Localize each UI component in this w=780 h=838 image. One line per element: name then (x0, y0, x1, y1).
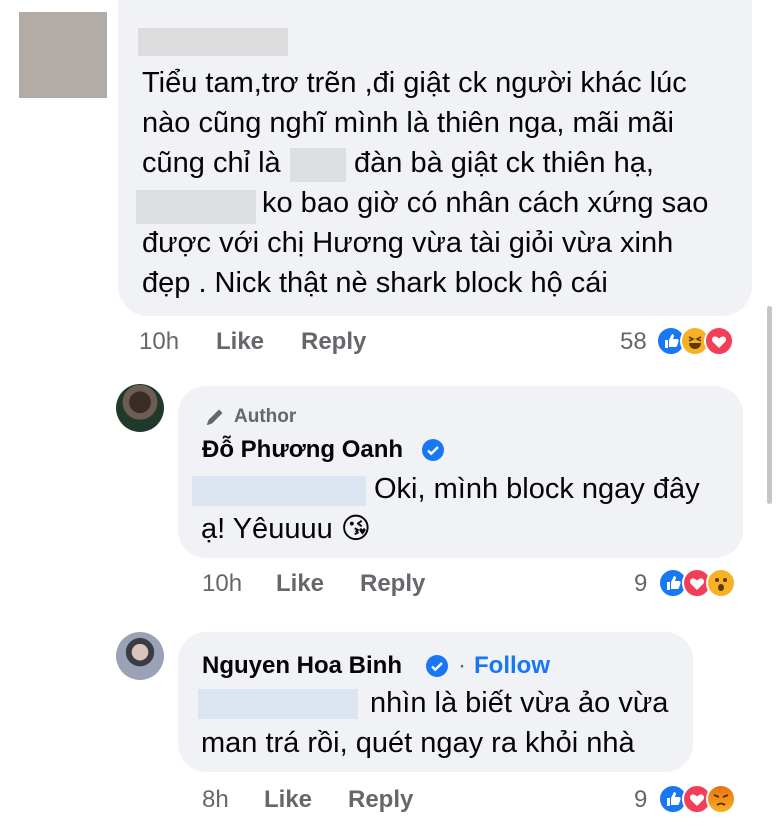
love-reaction-icon (704, 326, 734, 356)
avatar[interactable] (116, 384, 164, 432)
like-button[interactable]: Like (216, 328, 264, 356)
redacted-mention (192, 476, 366, 506)
reply-text-line: man trá rồi, quét ngay ra khỏi nhà (201, 727, 635, 759)
commenter-name[interactable]: Đỗ Phương Oanh (202, 436, 403, 464)
pencil-glyph (207, 409, 223, 425)
reply-button[interactable]: Reply (301, 328, 366, 356)
surprised-face-glyph (715, 578, 727, 591)
reply-timestamp: 8h (202, 786, 229, 813)
commenter-name[interactable]: Nguyen Hoa Binh (202, 652, 402, 680)
comment-text-line: cũng chỉ là (142, 147, 281, 179)
redacted-mention (198, 689, 358, 719)
reaction-count[interactable]: 9 (634, 786, 647, 814)
comment-timestamp: 10h (139, 328, 180, 355)
dot-separator: · (458, 652, 466, 679)
like-button[interactable]: Like (264, 786, 312, 814)
reaction-count[interactable]: 9 (634, 570, 647, 598)
author-badge-label: Author (234, 406, 297, 427)
verified-check-glyph (426, 655, 448, 677)
reply-text-line: ạ! Yêuuuu 😘 (201, 513, 371, 545)
follow-button[interactable]: Follow (474, 652, 550, 680)
comment-text-line: được với chị Hương vừa tài giỏi vừa xinh (142, 227, 674, 259)
reaction-summary[interactable] (656, 326, 756, 358)
angry-reaction-icon (706, 784, 736, 814)
comment-text-line: đẹp . Nick thật nè shark block hộ cái (142, 267, 608, 299)
heart-glyph (711, 336, 727, 348)
redacted-text (136, 190, 256, 224)
reply-button[interactable]: Reply (360, 570, 425, 598)
wow-reaction-icon (706, 568, 736, 598)
comment-text-line: Tiểu tam,trơ trẽn ,đi giật ck người khác… (142, 67, 687, 99)
comment-text-line: đàn bà giật ck thiên hạ, (354, 147, 654, 179)
avatar-redacted[interactable] (19, 12, 107, 98)
angry-face-glyph (713, 794, 729, 806)
verified-badge-icon (425, 654, 449, 678)
verified-badge-icon (421, 438, 445, 462)
reply-button[interactable]: Reply (348, 786, 413, 814)
reply-timestamp: 10h (202, 570, 243, 597)
avatar[interactable] (116, 632, 164, 680)
scrollbar-thumb[interactable] (767, 306, 772, 504)
reaction-summary[interactable] (658, 568, 758, 600)
reaction-count[interactable]: 58 (620, 328, 647, 356)
redacted-commenter-name[interactable] (138, 28, 288, 56)
pencil-icon (202, 404, 228, 430)
reply-text-line: nhìn là biết vừa ảo vừa (370, 687, 669, 719)
comment-text-line: nào cũng nghĩ mình là thiên nga, mãi mãi (142, 107, 674, 139)
reply-text-line: Oki, mình block ngay đây (374, 473, 700, 505)
redacted-text (290, 148, 346, 182)
like-button[interactable]: Like (276, 570, 324, 598)
reaction-summary[interactable] (658, 784, 758, 816)
verified-check-glyph (422, 439, 444, 461)
comment-text-line: ko bao giờ có nhân cách xứng sao (262, 187, 709, 219)
